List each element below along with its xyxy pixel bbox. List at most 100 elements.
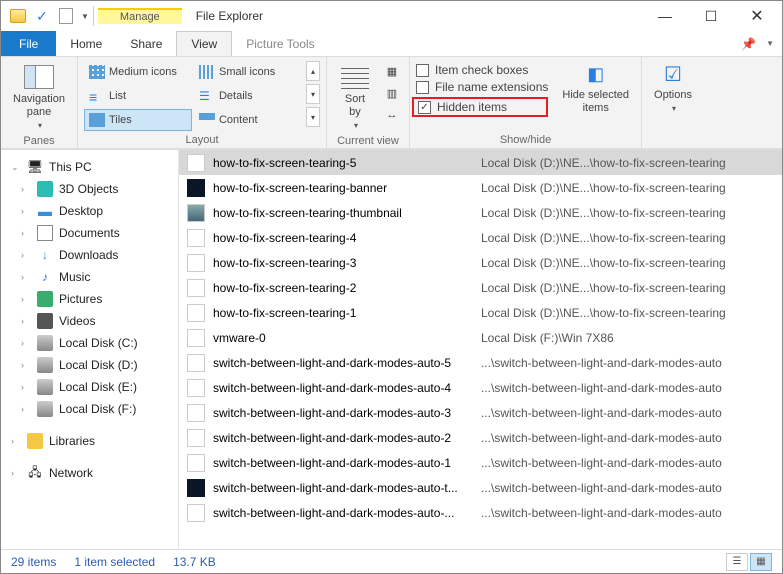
file-row[interactable]: switch-between-light-and-dark-modes-auto… <box>179 400 782 425</box>
file-thumbnail-icon <box>187 479 205 497</box>
file-path: ...\switch-between-light-and-dark-modes-… <box>481 356 774 370</box>
tree-this-pc[interactable]: ⌄This PC <box>1 156 178 178</box>
menubar: File Home Share View Picture Tools 📌 ▼ <box>1 31 782 57</box>
file-thumbnail-icon <box>187 279 205 297</box>
view-details-button[interactable]: ☰ <box>726 553 748 571</box>
file-path: Local Disk (D:)\NE...\how-to-fix-screen-… <box>481 206 774 220</box>
layout-medium-icons[interactable]: Medium icons <box>84 61 192 83</box>
layout-tiles[interactable]: Tiles <box>84 109 192 131</box>
file-row[interactable]: how-to-fix-screen-tearing-3Local Disk (D… <box>179 250 782 275</box>
pin-icon[interactable]: 📌 <box>741 37 756 51</box>
tab-home[interactable]: Home <box>56 31 116 56</box>
qat-properties[interactable]: ✓ <box>31 5 53 27</box>
tree-videos[interactable]: ›Videos <box>1 310 178 332</box>
tab-share[interactable]: Share <box>116 31 176 56</box>
tab-view[interactable]: View <box>176 31 232 56</box>
scroll-down-button[interactable]: ▾ <box>306 84 320 104</box>
file-name: switch-between-light-and-dark-modes-auto… <box>213 381 473 395</box>
file-path: Local Disk (D:)\NE...\how-to-fix-screen-… <box>481 281 774 295</box>
file-row[interactable]: how-to-fix-screen-tearing-2Local Disk (D… <box>179 275 782 300</box>
tree-disk-c[interactable]: ›Local Disk (C:) <box>1 332 178 354</box>
tree-desktop[interactable]: ›Desktop <box>1 200 178 222</box>
file-path: ...\switch-between-light-and-dark-modes-… <box>481 456 774 470</box>
file-row[interactable]: vmware-0Local Disk (F:)\Win 7X86 <box>179 325 782 350</box>
group-label-panes: Panes <box>7 133 71 147</box>
file-row[interactable]: switch-between-light-and-dark-modes-auto… <box>179 500 782 525</box>
file-path: ...\switch-between-light-and-dark-modes-… <box>481 431 774 445</box>
scroll-more-button[interactable]: ▾ <box>306 107 320 127</box>
file-row[interactable]: how-to-fix-screen-tearing-5Local Disk (D… <box>179 150 782 175</box>
group-label-layout: Layout <box>84 132 320 146</box>
file-thumbnail-icon <box>187 179 205 197</box>
layout-content[interactable]: Content <box>194 109 302 131</box>
options-button[interactable]: ☑ Options ▾ <box>648 61 698 116</box>
app-icon[interactable] <box>7 5 29 27</box>
layout-small-icons[interactable]: Small icons <box>194 61 302 83</box>
file-thumbnail-icon <box>187 404 205 422</box>
tree-disk-d[interactable]: ›Local Disk (D:) <box>1 354 178 376</box>
navigation-pane-button[interactable]: Navigation pane ▾ <box>7 61 71 133</box>
tree-music[interactable]: ›Music <box>1 266 178 288</box>
dropdown-icon: ▾ <box>38 121 42 131</box>
status-selected: 1 item selected <box>74 555 155 569</box>
file-row[interactable]: how-to-fix-screen-tearing-4Local Disk (D… <box>179 225 782 250</box>
help-icon[interactable]: ▼ <box>766 39 774 48</box>
file-name: how-to-fix-screen-tearing-3 <box>213 256 473 270</box>
minimize-button[interactable]: — <box>642 1 688 31</box>
file-name: how-to-fix-screen-tearing-5 <box>213 156 473 170</box>
contextual-tab-manage[interactable]: Manage <box>98 8 182 24</box>
qat-dropdown-icon[interactable]: ▼ <box>81 12 89 21</box>
file-row[interactable]: switch-between-light-and-dark-modes-auto… <box>179 425 782 450</box>
layout-list[interactable]: List <box>84 85 192 107</box>
layout-scroll: ▴ ▾ ▾ <box>306 61 320 127</box>
file-row[interactable]: switch-between-light-and-dark-modes-auto… <box>179 450 782 475</box>
file-row[interactable]: how-to-fix-screen-tearing-thumbnailLocal… <box>179 200 782 225</box>
file-path: Local Disk (D:)\NE...\how-to-fix-screen-… <box>481 231 774 245</box>
layout-details[interactable]: Details <box>194 85 302 107</box>
file-thumbnail-icon <box>187 354 205 372</box>
hide-selected-items-button[interactable]: ◧ Hide selected items <box>556 61 635 117</box>
navigation-tree: ⌄This PC ›3D Objects ›Desktop ›Documents… <box>1 150 179 549</box>
tree-3d-objects[interactable]: ›3D Objects <box>1 178 178 200</box>
ribbon-group-current-view: Sort by ▾ ▦ ▥ ↔ Current view <box>327 57 410 148</box>
file-thumbnail-icon <box>187 454 205 472</box>
tree-downloads[interactable]: ›Downloads <box>1 244 178 266</box>
file-thumbnail-icon <box>187 504 205 522</box>
scroll-up-button[interactable]: ▴ <box>306 61 320 81</box>
close-button[interactable]: ✕ <box>734 1 780 31</box>
tree-pictures[interactable]: ›Pictures <box>1 288 178 310</box>
file-name-extensions-checkbox[interactable]: File name extensions <box>416 80 548 94</box>
file-path: ...\switch-between-light-and-dark-modes-… <box>481 481 774 495</box>
status-item-count: 29 items <box>11 555 56 569</box>
status-size: 13.7 KB <box>173 555 216 569</box>
group-label-current-view: Current view <box>333 133 403 147</box>
view-tiles-button[interactable]: ▦ <box>750 553 772 571</box>
file-row[interactable]: how-to-fix-screen-tearing-bannerLocal Di… <box>179 175 782 200</box>
file-thumbnail-icon <box>187 304 205 322</box>
file-list[interactable]: how-to-fix-screen-tearing-5 Local Disk (D… <box>179 150 782 549</box>
tree-libraries[interactable]: ›Libraries <box>1 430 178 452</box>
group-by-button[interactable]: ▦ <box>381 61 403 81</box>
file-row[interactable]: switch-between-light-and-dark-modes-auto… <box>179 475 782 500</box>
file-thumbnail-icon <box>187 229 205 247</box>
qat-new-folder[interactable] <box>55 5 77 27</box>
tree-network[interactable]: ›Network <box>1 462 178 484</box>
file-row[interactable]: switch-between-light-and-dark-modes-auto… <box>179 375 782 400</box>
file-row[interactable]: switch-between-light-and-dark-modes-auto… <box>179 350 782 375</box>
file-name: switch-between-light-and-dark-modes-auto… <box>213 456 473 470</box>
sort-by-button[interactable]: Sort by ▾ <box>333 61 377 133</box>
tree-disk-f[interactable]: ›Local Disk (F:) <box>1 398 178 420</box>
add-columns-button[interactable]: ▥ <box>381 83 403 103</box>
statusbar: 29 items 1 item selected 13.7 KB ☰ ▦ <box>1 549 782 573</box>
item-check-boxes-checkbox[interactable]: Item check boxes <box>416 63 548 77</box>
size-columns-button[interactable]: ↔ <box>381 105 403 125</box>
tab-picture-tools[interactable]: Picture Tools <box>232 31 328 56</box>
sort-icon <box>341 65 369 89</box>
maximize-button[interactable]: ☐ <box>688 1 734 31</box>
hidden-items-checkbox[interactable]: ✓Hidden items <box>412 97 548 117</box>
tree-documents[interactable]: ›Documents <box>1 222 178 244</box>
titlebar: ✓ ▼ Manage File Explorer — ☐ ✕ <box>1 1 782 31</box>
tab-file[interactable]: File <box>1 31 56 56</box>
file-row[interactable]: how-to-fix-screen-tearing-1Local Disk (D… <box>179 300 782 325</box>
tree-disk-e[interactable]: ›Local Disk (E:) <box>1 376 178 398</box>
